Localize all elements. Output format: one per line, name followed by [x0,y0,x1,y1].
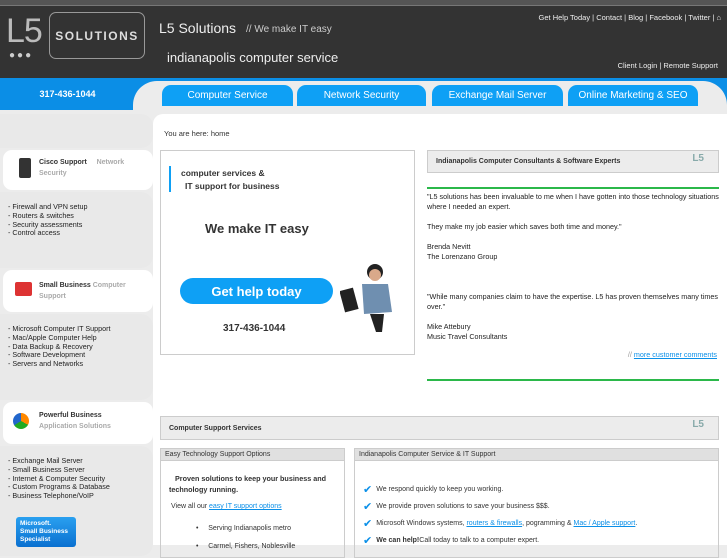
get-help-button[interactable]: Get help today [180,278,333,304]
toolbox-icon [15,282,32,296]
header-phone: 317-436-1044 [39,89,96,99]
pie-icon [13,413,29,429]
link-remote-support[interactable]: Remote Support [663,61,718,70]
check-icon: ✔ [363,484,373,496]
technician-image [340,264,392,332]
logo-solutions[interactable]: SOLUTIONS [49,12,145,59]
services-header: Computer Support Services L5 [160,416,719,440]
small-business-list: - Microsoft Computer IT Support - Mac/App… [8,324,111,369]
bottom-links: Client Login | Remote Support [617,61,718,70]
sidebar-card-small-business[interactable]: Small Business Computer Support [3,270,153,312]
divider [427,379,719,381]
list-item[interactable]: - Servers and Networks [8,359,111,369]
l5-logo-small: L5 [692,153,704,164]
tab-network-security[interactable]: Network Security [297,85,426,106]
breadcrumb: You are here: home [164,129,230,138]
more-comments-link[interactable]: more customer comments [634,350,717,359]
tab-online-marketing[interactable]: Online Marketing & SEO [568,85,698,106]
quote: They make my job easier which saves both… [427,222,622,231]
box-title: Indianapolis Computer Service & IT Suppo… [355,449,718,461]
list-item[interactable]: - Business Telephone/VoIP [8,491,110,501]
card-title: Powerful Business [39,412,102,419]
sidebar-spacer [0,114,153,148]
logo-dots: ●●● [9,50,34,61]
cisco-list: - Firewall and VPN setup - Routers & swit… [8,202,88,238]
box-title: Easy Technology Support Options [161,449,344,461]
list-item[interactable]: - Control access [8,229,88,238]
accent-bar [169,166,171,192]
testimonials: "L5 solutions has been invaluable to me … [427,192,719,359]
hero-headline: We make IT easy [205,221,309,236]
brand-name: L5 Solutions [159,20,237,36]
sidebar-card-business-apps[interactable]: Powerful Business Application Solutions [3,402,153,444]
link-client-login[interactable]: Client Login [618,61,658,70]
it-support-box: Indianapolis Computer Service & IT Suppo… [354,448,719,558]
routers-link[interactable]: routers & firewalls [466,520,522,527]
support-options-link[interactable]: easy IT support options [209,503,282,510]
traffic-light-icon [19,158,31,178]
link-blog[interactable]: Blog [628,13,643,22]
link-get-help[interactable]: Get Help Today [539,13,591,22]
link-twitter[interactable]: Twitter [688,13,710,22]
site-subtitle: indianapolis computer service [167,50,339,65]
link-facebook[interactable]: Facebook [649,13,682,22]
card-title: Cisco Support [39,159,87,166]
author-org: Music Travel Consultants [427,332,508,341]
l5-logo-small: L5 [692,419,704,430]
business-apps-list: - Exchange Mail Server - Small Business S… [8,456,110,501]
sidebar-card-cisco[interactable]: Cisco Support Network Security [3,150,153,190]
quote: "L5 solutions has been invaluable to me … [427,192,719,211]
hero-phone: 317-436-1044 [223,323,286,334]
microsoft-badge: Microsoft. Small Business Specialist [16,517,76,547]
check-icon: ✔ [363,535,373,547]
consultants-header: Indianapolis Computer Consultants & Soft… [427,150,719,173]
quote: "While many companies claim to have the … [427,292,718,311]
check-icon: ✔ [363,518,373,530]
tagline: // We make IT easy [246,24,332,35]
tab-exchange-mail[interactable]: Exchange Mail Server [432,85,563,106]
logo-mark[interactable]: L5 [6,12,43,51]
author-org: The Lorenzano Group [427,252,498,261]
author: Mike Attebury [427,322,471,331]
card-title: Small Business [39,282,91,289]
hero-heading: computer services & IT support for busine… [181,168,280,191]
mac-support-link[interactable]: Mac / Apple support [573,520,635,527]
link-contact[interactable]: Contact [596,13,622,22]
tab-computer-service[interactable]: Computer Service [162,85,293,106]
author: Brenda Nevitt [427,242,471,251]
top-links: Get Help Today | Contact | Blog | Facebo… [538,13,721,22]
home-icon[interactable]: ⌂ [716,13,721,22]
card-subtitle: Application Solutions [39,423,111,430]
divider [427,187,719,189]
support-options-box: Easy Technology Support Options Proven s… [160,448,345,558]
check-icon: ✔ [363,501,373,513]
